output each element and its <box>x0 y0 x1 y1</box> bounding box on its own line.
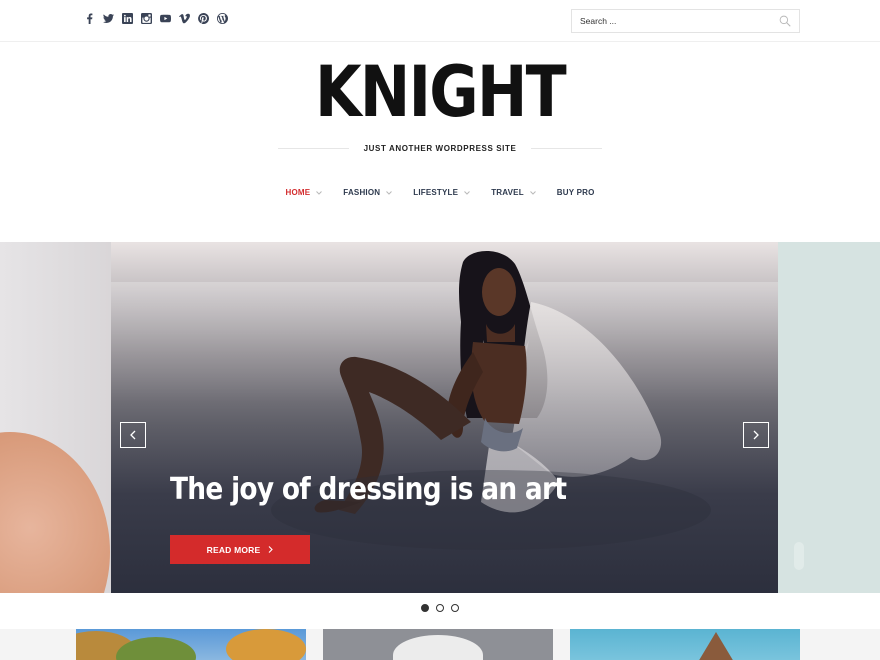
slider-dot-1[interactable] <box>421 604 429 612</box>
slider-next-button[interactable] <box>743 422 769 448</box>
slider-dot-2[interactable] <box>436 604 444 612</box>
slider-prev-button[interactable] <box>120 422 146 448</box>
post-card-thumbnail[interactable] <box>570 629 800 660</box>
nav-item-lifestyle[interactable]: LIFESTYLE <box>413 188 471 197</box>
chevron-right-icon <box>268 546 274 553</box>
site-title[interactable]: KNIGHT <box>62 52 819 132</box>
twitter-icon[interactable] <box>103 13 114 24</box>
chevron-down-icon <box>316 190 323 195</box>
search-icon[interactable] <box>779 15 791 27</box>
slider-pagination <box>0 604 880 612</box>
linkedin-icon[interactable] <box>122 13 133 24</box>
nav-item-home[interactable]: HOME <box>285 188 323 197</box>
youtube-icon[interactable] <box>160 13 171 24</box>
nav-item-label: FASHION <box>343 188 381 197</box>
chevron-down-icon <box>386 190 393 195</box>
search-box <box>571 9 800 33</box>
card-image-hat <box>393 635 483 660</box>
nav-item-travel[interactable]: TRAVEL <box>491 188 536 197</box>
nav-item-label: BUY PRO <box>556 188 595 197</box>
social-links <box>84 13 228 24</box>
pinterest-icon[interactable] <box>198 13 209 24</box>
instagram-icon[interactable] <box>141 13 152 24</box>
next-slide-preview <box>778 242 880 593</box>
tagline-row: JUST ANOTHER WORDPRESS SITE <box>278 142 602 154</box>
wordpress-icon[interactable] <box>217 13 228 24</box>
read-more-button[interactable]: READ MORE <box>170 535 310 564</box>
card-image-foliage <box>226 629 306 660</box>
read-more-label: READ MORE <box>206 544 261 555</box>
card-image-hut <box>698 632 734 660</box>
divider <box>531 147 602 149</box>
hero-slider: The joy of dressing is an art READ MORE <box>0 242 880 593</box>
nav-item-label: HOME <box>285 188 311 197</box>
site-tagline: JUST ANOTHER WORDPRESS SITE <box>363 143 517 153</box>
chevron-down-icon <box>529 190 536 195</box>
vimeo-icon[interactable] <box>179 13 190 24</box>
nav-item-label: TRAVEL <box>491 188 524 197</box>
previous-slide-preview <box>0 242 111 593</box>
slide-image-shoulder <box>0 432 110 593</box>
chevron-left-icon <box>130 430 136 440</box>
slide-title[interactable]: The joy of dressing is an art <box>170 472 567 507</box>
post-card-thumbnail[interactable] <box>323 629 553 660</box>
search-input[interactable] <box>572 10 762 32</box>
nav-item-fashion[interactable]: FASHION <box>343 188 393 197</box>
chevron-right-icon <box>753 430 759 440</box>
nav-item-buy-pro[interactable]: BUY PRO <box>557 188 595 197</box>
slider-dot-3[interactable] <box>451 604 459 612</box>
active-slide: The joy of dressing is an art READ MORE <box>111 242 778 593</box>
top-bar <box>0 0 880 42</box>
post-card-thumbnail[interactable] <box>76 629 306 660</box>
nav-item-label: LIFESTYLE <box>413 188 459 197</box>
slide-image-detail <box>794 542 804 570</box>
divider <box>278 147 349 149</box>
facebook-icon[interactable] <box>84 13 95 24</box>
main-nav: HOME FASHION LIFESTYLE TRAVEL BUY PRO <box>0 188 880 197</box>
chevron-down-icon <box>464 190 471 195</box>
